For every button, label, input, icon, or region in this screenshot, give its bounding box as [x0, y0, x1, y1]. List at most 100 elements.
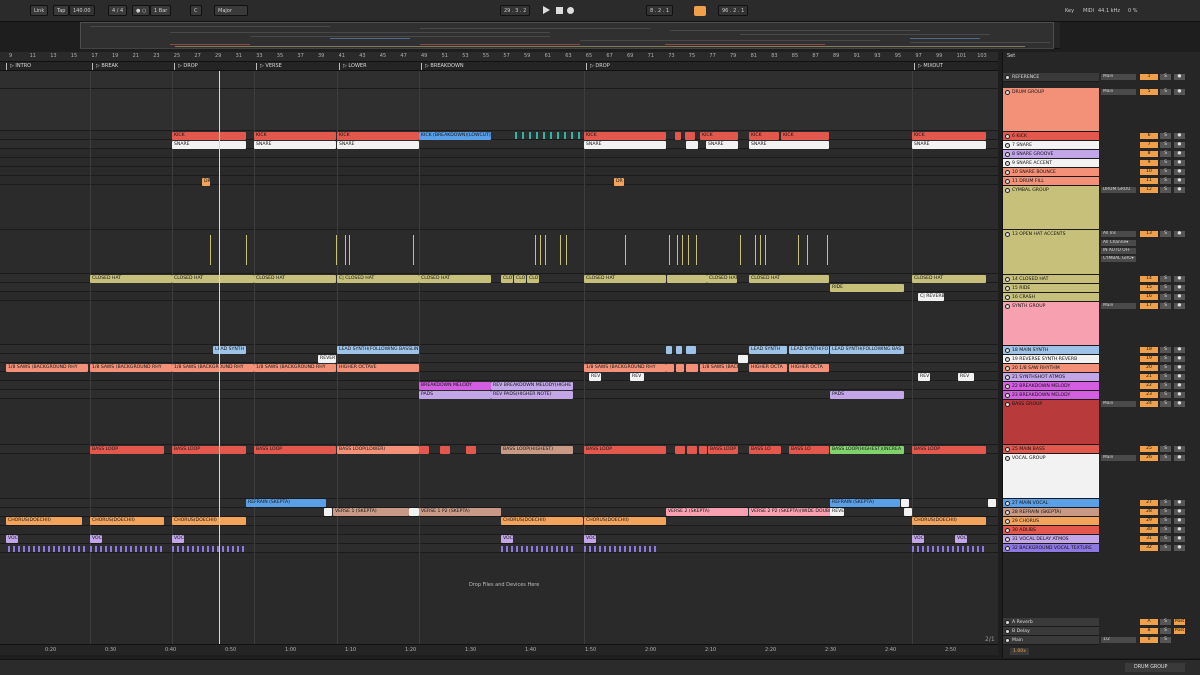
midi-map-label[interactable]: MIDI: [1083, 8, 1094, 14]
clip[interactable]: C| CLOSED HAT: [337, 275, 419, 283]
clip[interactable]: [686, 141, 698, 149]
track-number[interactable]: 18: [1140, 347, 1158, 353]
solo-button[interactable]: S: [1160, 178, 1171, 184]
arm-button[interactable]: ●: [1174, 536, 1185, 542]
track-number[interactable]: 27: [1140, 500, 1158, 506]
solo-button[interactable]: S: [1160, 303, 1171, 309]
solo-button[interactable]: S: [1160, 518, 1171, 524]
arm-button[interactable]: ●: [1174, 518, 1185, 524]
track-header-14[interactable]: SYNTH GROUP: [1003, 302, 1099, 346]
solo-button[interactable]: S: [1160, 637, 1171, 643]
track-number[interactable]: 12: [1140, 187, 1158, 193]
routing-select[interactable]: Main: [1101, 89, 1136, 95]
clip[interactable]: [738, 355, 748, 363]
track-activator-icon[interactable]: [1005, 629, 1010, 634]
clip[interactable]: VOC: [501, 535, 513, 543]
locator-drop[interactable]: ▷ DROP: [174, 63, 198, 70]
clip[interactable]: REVE: [830, 508, 844, 516]
arm-button[interactable]: ●: [1174, 74, 1185, 80]
clip[interactable]: [667, 275, 707, 283]
locator-mixout[interactable]: ▷ MIXOUT: [914, 63, 943, 70]
solo-button[interactable]: S: [1160, 392, 1171, 398]
solo-button[interactable]: S: [1160, 446, 1171, 452]
clip[interactable]: VOC: [172, 535, 184, 543]
track-header-25[interactable]: 28 REFRAIN (SKEPTA): [1003, 508, 1099, 517]
track-activator-icon[interactable]: [1005, 402, 1010, 407]
track-activator-icon[interactable]: [1005, 295, 1010, 300]
return-track[interactable]: B Delay: [1003, 627, 1099, 636]
routing-select[interactable]: Main: [1101, 303, 1136, 309]
clip[interactable]: [676, 364, 684, 372]
clip[interactable]: REV: [918, 373, 930, 381]
track-header-2[interactable]: DRUM GROUP: [1003, 88, 1099, 132]
track-number[interactable]: 28: [1140, 509, 1158, 515]
clip[interactable]: REV: [589, 373, 601, 381]
post-button[interactable]: Post: [1174, 619, 1185, 625]
solo-button[interactable]: S: [1160, 276, 1171, 282]
track-activator-icon[interactable]: [1005, 348, 1010, 353]
track-header-29[interactable]: 32 BACKGROUND VOCAL TEXTURE: [1003, 544, 1099, 553]
clip[interactable]: VOC: [584, 535, 596, 543]
solo-button[interactable]: S: [1160, 285, 1171, 291]
track-lane[interactable]: [0, 89, 998, 131]
track-lane[interactable]: [0, 71, 998, 89]
arm-button[interactable]: ●: [1174, 509, 1185, 515]
clip[interactable]: PADS: [830, 391, 904, 399]
clip[interactable]: LEAD SYNTH(FOLLOWING BAS: [830, 346, 904, 354]
solo-button[interactable]: S: [1160, 89, 1171, 95]
track-lane[interactable]: [0, 167, 998, 176]
track-number[interactable]: 9: [1140, 160, 1158, 166]
clip[interactable]: KICK: [912, 132, 986, 140]
loop-length-field[interactable]: 96 . 2 . 1: [718, 5, 749, 16]
clip[interactable]: CHORUS(DOECHII): [90, 517, 164, 525]
locator-break[interactable]: ▷ BREAK: [92, 63, 118, 70]
track-number[interactable]: 17: [1140, 303, 1158, 309]
solo-button[interactable]: S: [1160, 365, 1171, 371]
clip[interactable]: REV PADS(HIGHER NOTE): [491, 391, 573, 399]
track-header-10[interactable]: 13 OPEN HAT ACCENTS: [1003, 230, 1099, 275]
track-header-21[interactable]: BASS GROUP: [1003, 400, 1099, 445]
selected-track-display[interactable]: DRUM GROUP: [1125, 663, 1185, 672]
key-map-label[interactable]: Key: [1065, 8, 1074, 14]
clip[interactable]: VERSE 1 (SKEPTA): [333, 508, 409, 516]
routing-select[interactable]: All Ins: [1101, 231, 1136, 237]
clip[interactable]: CHORUS(DOECHII): [912, 517, 986, 525]
track-number[interactable]: 30: [1140, 527, 1158, 533]
solo-button[interactable]: S: [1160, 527, 1171, 533]
output-select[interactable]: 1/2: [1101, 637, 1136, 643]
clip[interactable]: [675, 446, 685, 454]
track-header-26[interactable]: 29 CHORUS: [1003, 517, 1099, 526]
track-activator-icon[interactable]: [1005, 188, 1010, 193]
track-number[interactable]: 14: [1140, 276, 1158, 282]
routing-select[interactable]: IN AUTO OFF: [1101, 248, 1136, 254]
track-activator-icon[interactable]: [1005, 286, 1010, 291]
track-header-3[interactable]: 6 KICK: [1003, 132, 1099, 141]
solo-button[interactable]: S: [1160, 500, 1171, 506]
arm-button[interactable]: ●: [1174, 392, 1185, 398]
routing-select[interactable]: Main: [1101, 455, 1136, 461]
solo-button[interactable]: S: [1160, 294, 1171, 300]
clip[interactable]: SNARE: [706, 141, 738, 149]
track-activator-icon[interactable]: [1005, 161, 1010, 166]
track-number[interactable]: 22: [1140, 383, 1158, 389]
track-header-7[interactable]: 10 SNARE BOUNCE: [1003, 168, 1099, 177]
solo-button[interactable]: S: [1160, 401, 1171, 407]
track-header-17[interactable]: 20 1/8 SAW RHYTHM: [1003, 364, 1099, 373]
track-lane[interactable]: [0, 301, 998, 345]
loop-toggle-icon[interactable]: [694, 6, 706, 16]
clip[interactable]: [466, 446, 476, 454]
routing-select[interactable]: DRUM GROU: [1101, 187, 1136, 193]
overview-viewport[interactable]: [80, 22, 1054, 49]
clip[interactable]: PADS: [419, 391, 491, 399]
track-lane[interactable]: [0, 535, 998, 544]
clip[interactable]: BASS LOOP: [90, 446, 164, 454]
clip[interactable]: VERSE 2 P2 (SKEPTA)(WIDE DOUBL: [749, 508, 831, 516]
track-lane[interactable]: [0, 176, 998, 185]
clip[interactable]: KICK: [337, 132, 419, 140]
track-header-19[interactable]: 22 BREAKDOWN MELODY: [1003, 382, 1099, 391]
key-scale-select[interactable]: Major: [214, 5, 248, 16]
solo-button[interactable]: S: [1160, 74, 1171, 80]
clip[interactable]: CLOSED HAT: [172, 275, 254, 283]
clip[interactable]: C| REVERB: [918, 293, 944, 301]
track-number[interactable]: 1: [1140, 74, 1158, 80]
